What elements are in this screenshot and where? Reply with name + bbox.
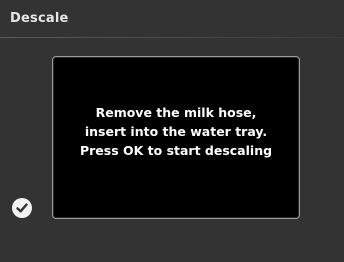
- instruction-text: Remove the milk hose, insert into the wa…: [80, 103, 272, 160]
- instruction-line: Remove the milk hose,: [95, 105, 257, 120]
- header-bar: Descale: [0, 0, 344, 38]
- instruction-line: Press OK to start descaling: [79, 143, 273, 158]
- instruction-line: insert into the water tray.: [84, 124, 268, 139]
- checkmark-icon: [16, 203, 28, 213]
- confirm-ok-button[interactable]: [12, 198, 32, 218]
- header-divider: [0, 37, 344, 38]
- message-panel: Remove the milk hose, insert into the wa…: [52, 56, 300, 219]
- page-title: Descale: [10, 11, 69, 26]
- descale-screen: Descale Remove the milk hose, insert int…: [0, 0, 344, 262]
